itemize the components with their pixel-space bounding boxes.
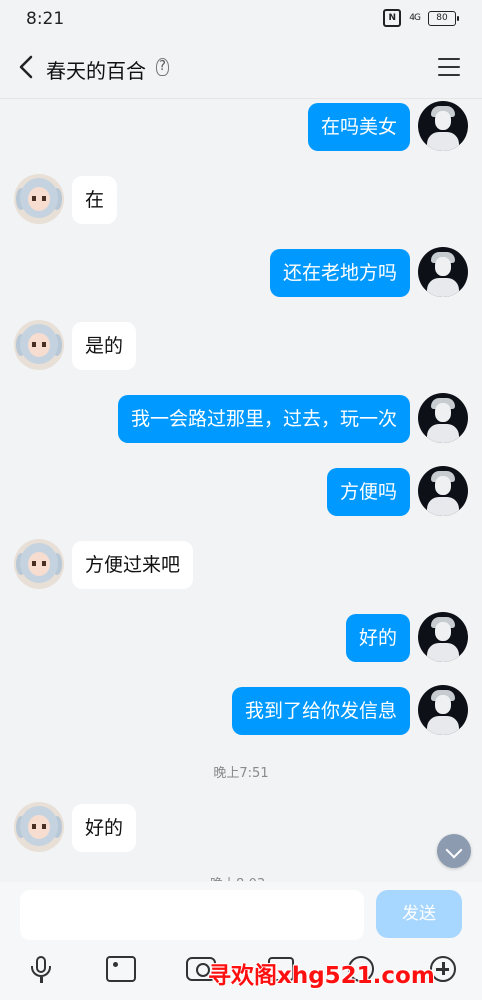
my-avatar[interactable] bbox=[418, 612, 468, 662]
message-row: 是的 bbox=[0, 320, 482, 376]
back-icon[interactable] bbox=[16, 54, 38, 80]
scroll-down-icon[interactable] bbox=[437, 834, 471, 868]
menu-icon[interactable] bbox=[438, 58, 460, 76]
message-row: 还在老地方吗 bbox=[0, 247, 482, 303]
contact-avatar[interactable] bbox=[14, 174, 64, 224]
their-message-bubble[interactable]: 好的 bbox=[72, 804, 137, 852]
status-time: 8:21 bbox=[26, 9, 65, 29]
my-avatar[interactable] bbox=[418, 466, 468, 516]
message-row: 在吗美女 bbox=[0, 101, 482, 157]
message-row: 方便过来吧 bbox=[0, 539, 482, 595]
my-avatar[interactable] bbox=[418, 101, 468, 151]
contact-avatar[interactable] bbox=[14, 539, 64, 589]
message-input[interactable] bbox=[20, 890, 364, 940]
send-button[interactable]: 发送 bbox=[376, 890, 462, 938]
chat-header: 春天的百合 ? bbox=[0, 36, 482, 99]
their-message-bubble[interactable]: 在 bbox=[72, 176, 118, 224]
signal-icon: 4G bbox=[409, 13, 421, 23]
contact-avatar[interactable] bbox=[14, 802, 64, 852]
message-row: 在 bbox=[0, 174, 482, 230]
my-message-bubble[interactable]: 在吗美女 bbox=[307, 103, 410, 151]
my-message-bubble[interactable]: 方便吗 bbox=[326, 468, 410, 516]
my-avatar[interactable] bbox=[418, 247, 468, 297]
my-avatar[interactable] bbox=[418, 685, 468, 735]
microphone-icon[interactable] bbox=[26, 954, 56, 984]
their-message-bubble[interactable]: 是的 bbox=[72, 322, 137, 370]
watermark: 寻欢阁xhg521.com bbox=[208, 963, 435, 989]
battery-icon: 80 bbox=[428, 10, 459, 26]
message-row: 方便吗 bbox=[0, 466, 482, 522]
timestamp: 晚上7:51 bbox=[213, 766, 269, 781]
my-message-bubble[interactable]: 还在老地方吗 bbox=[269, 249, 410, 297]
chat-title[interactable]: 春天的百合 bbox=[46, 55, 146, 84]
message-list[interactable]: 在吗美女 在 还在老地方吗 是的 我一会路过那里，过去，玩一次 方便吗 方便过来… bbox=[0, 98, 482, 882]
message-row: 好的 bbox=[0, 802, 482, 858]
contact-avatar[interactable] bbox=[14, 320, 64, 370]
earpiece-mode-icon: ? bbox=[156, 58, 169, 76]
nfc-icon: N bbox=[383, 9, 402, 27]
my-message-bubble[interactable]: 我到了给你发信息 bbox=[231, 687, 410, 735]
message-row: 我一会路过那里，过去，玩一次 bbox=[0, 393, 482, 449]
my-avatar[interactable] bbox=[418, 393, 468, 443]
their-message-bubble[interactable]: 方便过来吧 bbox=[72, 541, 194, 589]
message-row: 我到了给你发信息 bbox=[0, 685, 482, 741]
timestamp-partial: 晚上8:03 bbox=[210, 873, 265, 881]
status-bar: 8:21 N 4G 80 bbox=[0, 0, 482, 36]
my-message-bubble[interactable]: 我一会路过那里，过去，玩一次 bbox=[117, 395, 410, 443]
image-icon[interactable] bbox=[106, 956, 136, 982]
my-message-bubble[interactable]: 好的 bbox=[345, 614, 410, 662]
status-icons: N 4G 80 bbox=[383, 9, 459, 27]
message-row: 好的 bbox=[0, 612, 482, 668]
